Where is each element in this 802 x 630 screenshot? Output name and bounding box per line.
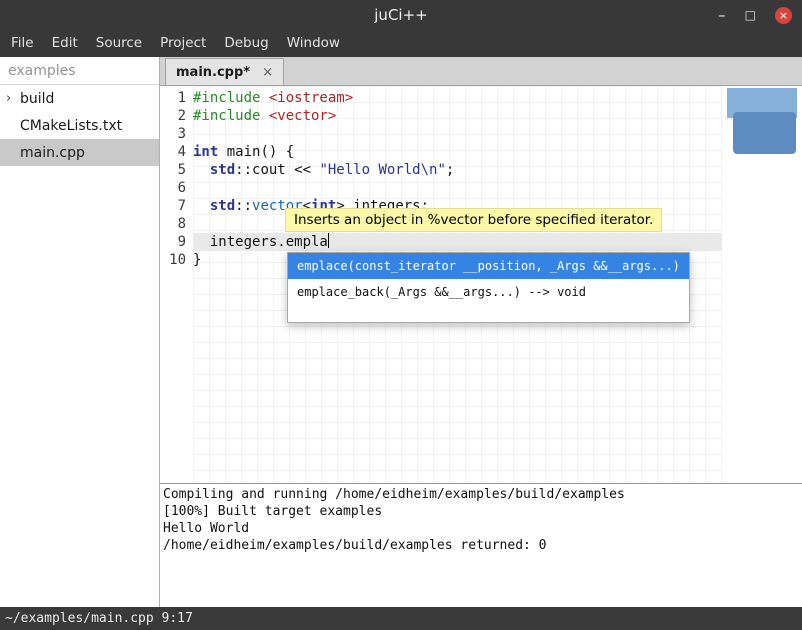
menu-item-source[interactable]: Source (87, 30, 151, 57)
file-label: CMakeLists.txt (20, 118, 122, 134)
window-title: juCi++ (374, 6, 427, 24)
line-number: 2 (160, 107, 193, 125)
code-segment: "Hello World\n" (319, 162, 445, 178)
output-line: Hello World (163, 520, 799, 537)
output-line: Compiling and running /home/eidheim/exam… (163, 486, 799, 503)
file-label: main.cpp (20, 145, 85, 161)
code-line-5[interactable]: std::cout << "Hello World\n"; (193, 161, 722, 179)
tab-label: main.cpp* (176, 65, 250, 80)
tab-main-cpp[interactable]: main.cpp* × (165, 58, 284, 85)
chevron-right-icon: › (0, 91, 20, 106)
window-controls: – □ × (718, 0, 792, 30)
code-segment: <vector> (269, 108, 336, 124)
code-segment: <iostream> (269, 90, 353, 106)
maximize-icon[interactable]: □ (745, 8, 756, 22)
main-area: examples ›build CMakeLists.txt main.cpp ma… (0, 57, 802, 607)
completion-popup: emplace(const_iterator __position, _Args… (287, 252, 690, 323)
code-segment: main() { (218, 144, 294, 160)
output-line: [100%] Built target examples (163, 503, 799, 520)
close-icon[interactable]: × (775, 7, 792, 24)
file-item-cmakelists.txt[interactable]: CMakeLists.txt (0, 112, 159, 139)
completion-item[interactable]: emplace_back(_Args &&__args...) --> void (288, 279, 689, 305)
line-number: 3 (160, 125, 193, 143)
code-segment: ::cout << (235, 162, 319, 178)
output-panel[interactable]: Compiling and running /home/eidheim/exam… (160, 483, 802, 607)
file-list: ›build CMakeLists.txt main.cpp (0, 85, 159, 166)
overview-minimap[interactable] (722, 86, 802, 483)
code-segment: std (210, 198, 235, 214)
output-line: /home/eidheim/examples/build/examples re… (163, 537, 799, 554)
line-number: 10 (160, 251, 193, 269)
line-number: 9 (160, 233, 193, 251)
code-segment: int (193, 144, 218, 160)
tab-bar: main.cpp* × (160, 57, 802, 86)
menu-item-project[interactable]: Project (151, 30, 215, 57)
menu-item-file[interactable]: File (2, 30, 43, 57)
code-segment: ; (446, 162, 454, 178)
code-segment: integers.empla (193, 234, 328, 250)
status-bar: ~/examples/main.cpp 9:17 (0, 607, 802, 630)
code-line-4[interactable]: int main() { (193, 143, 722, 161)
status-text: ~/examples/main.cpp 9:17 (5, 611, 193, 626)
line-number: 1 (160, 89, 193, 107)
line-number: 6 (160, 179, 193, 197)
file-item-main.cpp[interactable]: main.cpp (0, 139, 159, 166)
code-segment: #include (193, 108, 269, 124)
line-number: 5 (160, 161, 193, 179)
code-line-2[interactable]: #include <vector> (193, 107, 722, 125)
title-bar[interactable]: juCi++ – □ × (0, 0, 802, 30)
code-line-3[interactable] (193, 125, 722, 143)
doc-tooltip: Inserts an object in %vector before spec… (285, 208, 662, 232)
code-line-1[interactable]: #include <iostream> (193, 89, 722, 107)
menu-item-debug[interactable]: Debug (215, 30, 277, 57)
code-editor[interactable]: 12345678910 #include <iostream>#include … (160, 86, 802, 483)
code-segment: } (193, 252, 201, 268)
code-segment: :: (235, 198, 252, 214)
file-label: build (20, 91, 54, 107)
file-tree-sidebar: examples ›build CMakeLists.txt main.cpp (0, 57, 160, 607)
completion-item[interactable]: emplace(const_iterator __position, _Args… (288, 253, 689, 279)
app-window: juCi++ – □ × FileEditSourceProjectDebugW… (0, 0, 802, 630)
tab-close-icon[interactable]: × (262, 65, 273, 80)
sidebar-header: examples (0, 57, 159, 85)
text-cursor-icon (328, 233, 329, 248)
line-number: 4 (160, 143, 193, 161)
code-segment (193, 162, 210, 178)
minimize-icon[interactable]: – (718, 6, 726, 24)
code-segment: std (210, 162, 235, 178)
minimap-slider[interactable] (733, 112, 796, 154)
code-segment (193, 198, 210, 214)
content-area: main.cpp* × 12345678910 #include <iostre… (160, 57, 802, 607)
menu-item-window[interactable]: Window (278, 30, 349, 57)
code-line-6[interactable] (193, 179, 722, 197)
line-number-gutter: 12345678910 (160, 86, 193, 483)
line-number: 7 (160, 197, 193, 215)
code-line-9[interactable]: integers.empla (193, 233, 722, 251)
code-segment: #include (193, 90, 269, 106)
line-number: 8 (160, 215, 193, 233)
file-item-build[interactable]: ›build (0, 85, 159, 112)
menu-bar: FileEditSourceProjectDebugWindow (0, 30, 802, 57)
menu-item-edit[interactable]: Edit (43, 30, 87, 57)
